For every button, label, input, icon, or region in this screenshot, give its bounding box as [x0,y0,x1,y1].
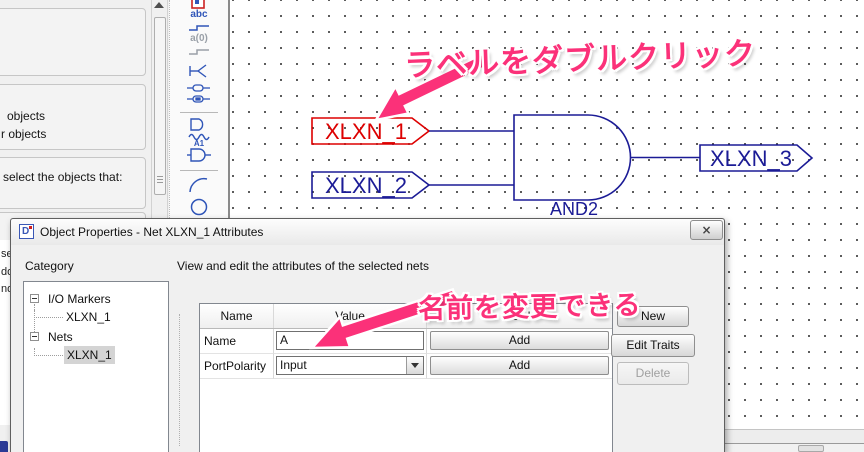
collapse-icon[interactable] [30,332,39,341]
edit-traits-button[interactable]: Edit Traits [611,334,695,357]
category-label: Category [25,259,74,273]
category-tree[interactable]: I/O Markers XLXN_1 Nets XLXN_1 [23,281,169,452]
and2-gate[interactable] [514,115,631,200]
net-label-xlxn1-text[interactable]: XLXN_1 [325,119,407,144]
dropdown-button[interactable] [406,357,423,374]
attributes-table: Name Value Visible Name A Add PortPolari… [199,303,613,452]
horizontal-scrollbar-thumb[interactable] [798,445,824,452]
io-marker-icon[interactable] [180,60,218,82]
add-button[interactable]: Add [430,331,609,350]
scroll-up-icon[interactable] [154,2,166,14]
group-box-objects: objects r objects [0,84,146,150]
pane-splitter[interactable] [179,314,181,446]
group-box-top [0,8,146,76]
connector-icon[interactable] [180,82,218,108]
header-name: Name [200,304,274,328]
portpolarity-select[interactable]: Input [276,356,424,375]
chevron-down-icon [411,363,419,368]
table-row: PortPolarity Input Add [200,354,612,379]
select-objects-label: select the objects that: [3,170,122,184]
hidden-list-sliver: se do nd [0,240,10,425]
symbol-a1-icon[interactable]: A1 [180,140,218,166]
table-row: Name A Add [200,329,612,354]
circle-icon[interactable] [180,196,218,218]
scrollbar-thumb[interactable] [154,17,166,195]
name-value-input[interactable]: A [276,331,424,350]
add-button[interactable]: Add [430,356,609,375]
net-label-xlxn2-text[interactable]: XLXN_2 [325,173,407,198]
close-icon[interactable]: × [690,220,723,240]
delete-button[interactable]: Delete [617,362,689,385]
bus-tap-icon[interactable]: a(0) [180,36,218,58]
header-value: Value [274,304,427,328]
dialog-title: Object Properties - Net XLXN_1 Attribute… [40,219,263,245]
group-box-select: select the objects that: [0,157,146,209]
attr-portpolarity-label: PortPolarity [200,354,274,379]
attr-name-label: Name [200,329,274,354]
net-name-icon[interactable]: abc [180,12,218,34]
arc-icon[interactable] [180,174,218,196]
gate-name-text: AND2 [550,199,598,219]
dialog-title-bar[interactable]: D Object Properties - Net XLXN_1 Attribu… [11,219,724,245]
schematic-doc-icon: D [19,224,34,239]
replace-objects-option-label: r objects [1,127,46,141]
annotation-bottom: 名前を変更できる [418,283,642,326]
hidden-icon-fragment [0,441,8,452]
objects-option-label: objects [7,109,45,123]
collapse-icon[interactable] [30,294,39,303]
dialog-description: View and edit the attributes of the sele… [177,259,429,273]
object-properties-dialog: D Object Properties - Net XLXN_1 Attribu… [10,218,725,452]
net-label-xlxn3-text[interactable]: XLXN_3 [710,146,792,171]
